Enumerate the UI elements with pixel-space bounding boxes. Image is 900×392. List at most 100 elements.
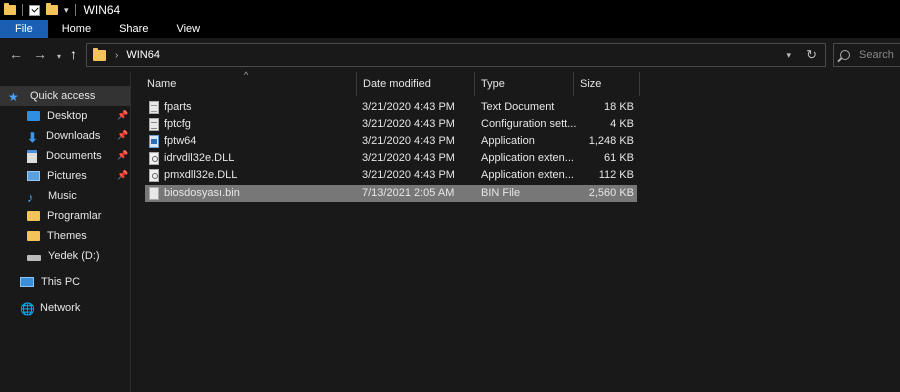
dll-file-icon <box>149 169 159 182</box>
up-arrow-icon[interactable]: ↑ <box>70 47 77 61</box>
sidebar-item-programlar[interactable]: Programlar <box>27 206 101 226</box>
column-header-size[interactable]: Size <box>574 72 640 96</box>
file-size: 2,560 KB <box>588 187 634 199</box>
sidebar-item-label: Documents <box>46 150 102 162</box>
sidebar-item-label: Downloads <box>46 130 101 142</box>
file-name: biosdosyası.bin <box>164 187 240 199</box>
file-type: Configuration sett... <box>481 118 577 130</box>
sidebar-item-label: Pictures <box>47 170 87 182</box>
sidebar-item-label: Programlar <box>47 210 102 222</box>
file-date: 3/21/2020 4:43 PM <box>362 169 455 181</box>
file-row[interactable]: fptcfg 3/21/2020 4:43 PM Configuration s… <box>145 116 637 133</box>
address-dropdown-icon[interactable]: ▾ <box>786 50 791 61</box>
drive-icon <box>27 255 41 261</box>
sidebar-item-desktop[interactable]: Desktop <box>27 106 87 126</box>
folder-icon <box>27 231 40 241</box>
navigation-pane: ★ Quick access Desktop 📌 ⬇ Downloads 📌 D… <box>0 72 130 392</box>
config-file-icon <box>149 118 159 131</box>
divider <box>22 4 23 16</box>
documents-icon <box>27 149 37 163</box>
search-input[interactable]: Search <box>833 43 900 67</box>
tab-file[interactable]: File <box>0 20 48 38</box>
new-folder-icon[interactable] <box>46 3 58 15</box>
music-icon: ♪ <box>27 190 34 205</box>
folder-icon <box>93 47 106 61</box>
file-list-pane: ^ Name Date modified Type Size fparts 3/… <box>130 70 900 392</box>
folder-icon <box>27 211 40 221</box>
sidebar-item-label: Music <box>48 190 77 202</box>
breadcrumb-win64[interactable]: WIN64 <box>126 49 160 61</box>
sidebar-item-downloads[interactable]: ⬇ Downloads <box>27 126 100 146</box>
forward-arrow-icon[interactable]: → <box>33 47 47 61</box>
recent-locations-icon[interactable]: ▾ <box>57 50 61 64</box>
sidebar-item-themes[interactable]: Themes <box>27 226 87 246</box>
text-file-icon <box>149 101 159 114</box>
navigation-bar: ← → ▾ ↑ › WIN64 ▾ ↻ Search <box>0 38 900 72</box>
address-bar[interactable]: › WIN64 ▾ ↻ <box>86 43 826 67</box>
sidebar-item-label: Network <box>40 302 81 314</box>
tab-share[interactable]: Share <box>105 20 162 38</box>
file-row[interactable]: idrvdll32e.DLL 3/21/2020 4:43 PM Applica… <box>145 150 637 167</box>
folder-icon <box>4 3 16 15</box>
file-size: 61 KB <box>604 152 634 164</box>
file-row-selected[interactable]: biosdosyası.bin 7/13/2021 2:05 AM BIN Fi… <box>145 185 637 202</box>
file-name: idrvdll32e.DLL <box>164 152 235 164</box>
file-date: 3/21/2020 4:43 PM <box>362 135 455 147</box>
pictures-icon <box>27 171 40 181</box>
column-header-name[interactable]: Name <box>141 72 357 96</box>
sidebar-item-music[interactable]: ♪ Music <box>27 186 77 206</box>
window-title: WIN64 <box>83 3 121 17</box>
sidebar-item-this-pc[interactable]: This PC <box>20 272 80 292</box>
breadcrumb-chevron-icon[interactable]: › <box>115 50 118 61</box>
refresh-icon[interactable]: ↻ <box>806 47 817 63</box>
pin-icon[interactable]: 📌 <box>117 170 128 181</box>
sidebar-item-pictures[interactable]: Pictures <box>27 166 87 186</box>
file-type: BIN File <box>481 187 521 199</box>
sidebar-item-label: Quick access <box>30 90 96 102</box>
sidebar-item-label: Desktop <box>47 110 88 122</box>
pin-icon[interactable]: 📌 <box>117 150 128 161</box>
desktop-icon <box>27 111 40 121</box>
sidebar-item-quick-access[interactable]: ★ Quick access <box>0 86 130 106</box>
file-type: Application <box>481 135 535 147</box>
sidebar-item-label: This PC <box>41 276 81 288</box>
ribbon-tabs: File Home Share View <box>0 20 900 38</box>
sidebar-item-network[interactable]: 🌐 Network <box>20 298 80 318</box>
properties-icon[interactable] <box>29 4 40 16</box>
pin-icon[interactable]: 📌 <box>117 130 128 141</box>
sidebar-item-label: Themes <box>47 230 87 242</box>
bin-file-icon <box>149 187 159 200</box>
search-placeholder: Search <box>859 49 894 61</box>
sidebar-item-label: Yedek (D:) <box>48 250 100 262</box>
file-date: 7/13/2021 2:05 AM <box>362 187 455 199</box>
file-size: 1,248 KB <box>588 135 634 147</box>
column-header-type[interactable]: Type <box>475 72 574 96</box>
customize-toolbar-icon[interactable]: ▾ <box>64 5 69 16</box>
dll-file-icon <box>149 152 159 165</box>
file-row[interactable]: pmxdll32e.DLL 3/21/2020 4:43 PM Applicat… <box>145 167 637 184</box>
file-date: 3/21/2020 4:43 PM <box>362 101 455 113</box>
sidebar-item-documents[interactable]: Documents <box>27 146 102 166</box>
tab-view[interactable]: View <box>162 20 214 38</box>
sidebar-item-yedek-drive[interactable]: Yedek (D:) <box>27 246 100 266</box>
file-date: 3/21/2020 4:43 PM <box>362 118 455 130</box>
file-name: pmxdll32e.DLL <box>164 169 238 181</box>
file-type: Text Document <box>481 101 555 113</box>
file-row[interactable]: fparts 3/21/2020 4:43 PM Text Document 1… <box>145 99 637 116</box>
pin-icon[interactable]: 📌 <box>117 110 128 121</box>
network-icon: 🌐 <box>20 302 35 316</box>
tab-home[interactable]: Home <box>48 20 105 38</box>
downloads-icon: ⬇ <box>27 130 38 145</box>
file-name: fptcfg <box>164 118 191 130</box>
file-name: fptw64 <box>164 135 197 147</box>
search-icon <box>840 50 850 60</box>
file-type: Application exten... <box>481 169 574 181</box>
divider <box>74 4 76 16</box>
column-header-date-modified[interactable]: Date modified <box>357 72 475 96</box>
back-arrow-icon[interactable]: ← <box>9 47 23 61</box>
computer-icon <box>20 277 34 287</box>
quick-access-toolbar: ▾ <box>0 3 76 16</box>
file-name: fparts <box>164 101 192 113</box>
file-size: 4 KB <box>610 118 634 130</box>
file-row[interactable]: fptw64 3/21/2020 4:43 PM Application 1,2… <box>145 133 637 150</box>
